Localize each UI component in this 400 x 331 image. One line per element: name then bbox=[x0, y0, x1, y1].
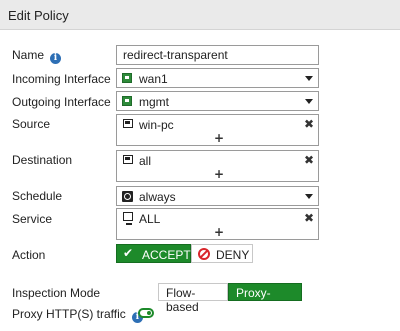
schedule-clock-icon bbox=[122, 191, 133, 202]
info-icon[interactable]: i bbox=[50, 53, 62, 64]
check-icon: ✔ bbox=[123, 246, 134, 260]
incoming-interface-select[interactable]: wan1 bbox=[116, 68, 319, 88]
outgoing-interface-label: Outgoing Interface bbox=[12, 95, 111, 109]
incoming-interface-label: Incoming Interface bbox=[12, 72, 111, 86]
service-field[interactable]: ALL ✖ + bbox=[116, 208, 319, 240]
service-monitor-icon bbox=[123, 212, 133, 225]
address-object-icon bbox=[123, 155, 133, 164]
add-source-icon[interactable]: + bbox=[214, 131, 224, 145]
destination-field[interactable]: all ✖ + bbox=[116, 150, 319, 182]
interface-port-icon bbox=[122, 96, 132, 106]
proxy-based-option[interactable]: Proxy-based bbox=[228, 283, 302, 314]
name-label: Name bbox=[12, 48, 45, 62]
schedule-value: always bbox=[139, 190, 176, 204]
source-item: win-pc bbox=[139, 118, 174, 132]
toggle-knob bbox=[147, 311, 151, 315]
schedule-select[interactable]: always bbox=[116, 186, 319, 206]
proxy-http-label: Proxy HTTP(S) traffic bbox=[12, 307, 126, 321]
chevron-down-icon[interactable] bbox=[305, 194, 313, 199]
destination-label: Destination bbox=[12, 153, 73, 167]
outgoing-interface-select[interactable]: mgmt bbox=[116, 91, 319, 111]
name-field[interactable] bbox=[116, 45, 319, 65]
name-label-row: Name i bbox=[12, 48, 62, 64]
deny-button[interactable]: DENY bbox=[191, 244, 253, 263]
source-label: Source bbox=[12, 117, 51, 131]
chevron-down-icon[interactable] bbox=[305, 76, 313, 81]
action-label: Action bbox=[12, 248, 46, 262]
service-item: ALL bbox=[139, 212, 161, 226]
schedule-label: Schedule bbox=[12, 189, 63, 203]
add-service-icon[interactable]: + bbox=[214, 225, 224, 239]
deny-circle-icon bbox=[198, 248, 210, 260]
dialog-header: Edit Policy bbox=[0, 0, 400, 30]
accept-button[interactable]: ✔ ACCEPT bbox=[116, 244, 191, 263]
proxy-http-toggle[interactable] bbox=[138, 308, 154, 318]
accept-label: ACCEPT bbox=[142, 248, 191, 262]
source-field[interactable]: win-pc ✖ + bbox=[116, 114, 319, 146]
add-destination-icon[interactable]: + bbox=[214, 167, 224, 181]
chevron-down-icon[interactable] bbox=[305, 99, 313, 104]
dialog-title: Edit Policy bbox=[8, 8, 69, 23]
remove-service-icon[interactable]: ✖ bbox=[304, 211, 314, 225]
deny-label: DENY bbox=[216, 248, 250, 262]
proxy-http-label-row: Proxy HTTP(S) traffic i bbox=[12, 307, 143, 323]
flow-based-option[interactable]: Flow-based bbox=[158, 283, 228, 314]
destination-item: all bbox=[139, 154, 152, 168]
proxy-based-label: Proxy-based bbox=[236, 286, 271, 314]
name-input[interactable] bbox=[117, 46, 318, 64]
remove-source-icon[interactable]: ✖ bbox=[304, 117, 314, 131]
inspection-mode-label: Inspection Mode bbox=[12, 286, 101, 300]
incoming-interface-value: wan1 bbox=[139, 72, 168, 86]
address-object-icon bbox=[123, 119, 133, 128]
service-label: Service bbox=[12, 212, 53, 226]
interface-port-icon bbox=[122, 73, 132, 83]
outgoing-interface-value: mgmt bbox=[139, 95, 169, 109]
remove-destination-icon[interactable]: ✖ bbox=[304, 153, 314, 167]
flow-based-label: Flow-based bbox=[166, 286, 199, 314]
